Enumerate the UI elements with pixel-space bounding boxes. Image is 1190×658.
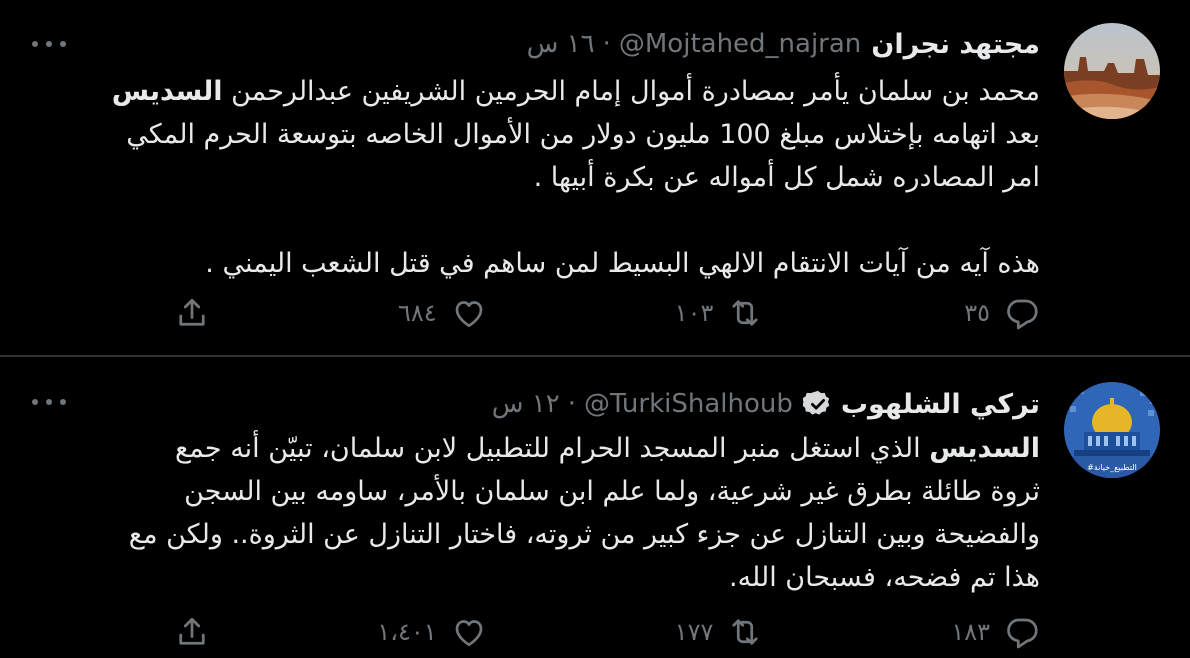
avatar[interactable]: #التطبيع_خيانة [1064,382,1160,478]
retweet-icon [732,619,758,645]
dome-of-the-rock-icon: #التطبيع_خيانة [1064,382,1160,478]
display-name[interactable]: تركي الشلهوب [841,389,1040,420]
more-options-icon[interactable] [32,34,66,54]
share-icon [179,298,205,326]
avatar[interactable] [1064,23,1160,119]
tweet-header: تركي الشلهوب @TurkiShalhoub · ١٢ س [492,384,1040,424]
retweet-button[interactable]: ١٠٣ [593,295,763,331]
tweet-text-line: والفضيحة وبين التنازل عن جزء كبير من ثرو… [128,519,1040,550]
reply-button[interactable]: ١٨٣ [870,614,1040,650]
heart-icon [455,620,483,647]
tweet-text-line: امر المصادره شمل كل أمواله عن بكرة أبيها… [533,162,1040,193]
tweet-text-segment: محمد بن سلمان يأمر بمصادرة أموال إمام ال… [222,76,1040,107]
separator: · [567,389,576,419]
avatar-caption: #التطبيع_خيانة [1087,463,1137,472]
share-button[interactable] [170,614,210,650]
reply-count: ١٨٣ [951,618,990,646]
separator: · [602,29,611,59]
like-count: ٦٨٤ [398,299,437,327]
tweet-text-line: هذه آيه من آيات الانتقام الالهي البسيط ل… [205,248,1040,279]
timestamp[interactable]: ١٦ س [527,29,595,59]
tweet[interactable]: #التطبيع_خيانة تركي الشلهوب @TurkiShalho… [0,357,1190,658]
desert-landscape-icon [1064,23,1160,119]
tweet-text-line: بعد اتهامه بإختلاس مبلغ 100 مليون دولار … [126,119,1040,150]
tweet-text-line: السديس الذي استغل منبر المسجد الحرام للت… [30,427,1040,470]
timestamp[interactable]: ١٢ س [492,389,560,419]
more-options-icon[interactable] [32,392,66,412]
user-handle[interactable]: @Mojtahed_najran [619,29,861,59]
tweet-text-bold: السديس [111,76,223,107]
like-count: ١،٤٠١ [377,618,437,646]
tweet-text-line: ثروة طائلة بطرق غير شرعية، ولما علم ابن … [184,476,1040,507]
tweet-actions: ١٨٣ ١٧٧ ١،٤٠١ [170,612,1040,652]
reply-icon [1007,618,1038,649]
tweet-text-line: محمد بن سلمان يأمر بمصادرة أموال إمام ال… [30,70,1040,113]
tweet-text: محمد بن سلمان يأمر بمصادرة أموال إمام ال… [30,70,1040,285]
tweet-text-segment: الذي استغل منبر المسجد الحرام للتطبيل لا… [174,433,930,464]
retweet-count: ١٧٧ [674,618,714,646]
retweet-button[interactable]: ١٧٧ [593,614,763,650]
reply-count: ٣٥ [964,299,990,327]
display-name[interactable]: مجتهد نجران [871,29,1040,60]
reply-icon [1007,299,1038,330]
share-icon [179,617,205,645]
tweet-text-line: هذا تم فضحه، فسبحان الله. [728,562,1040,593]
retweet-count: ١٠٣ [674,299,714,327]
tweet-text: السديس الذي استغل منبر المسجد الحرام للت… [30,427,1040,599]
like-button[interactable]: ١،٤٠١ [317,614,487,650]
reply-button[interactable]: ٣٥ [870,295,1040,331]
user-handle[interactable]: @TurkiShalhoub [584,389,793,419]
tweet-actions: ٣٥ ١٠٣ ٦٨٤ [170,293,1040,333]
tweet[interactable]: مجتهد نجران @Mojtahed_najran · ١٦ س محمد… [0,0,1190,356]
tweet-header: مجتهد نجران @Mojtahed_najran · ١٦ س [527,24,1040,64]
share-button[interactable] [170,295,210,331]
heart-icon [455,301,483,328]
retweet-icon [732,300,758,326]
like-button[interactable]: ٦٨٤ [317,295,487,331]
verified-badge-icon [802,389,833,419]
tweet-text-bold: السديس [929,433,1040,464]
